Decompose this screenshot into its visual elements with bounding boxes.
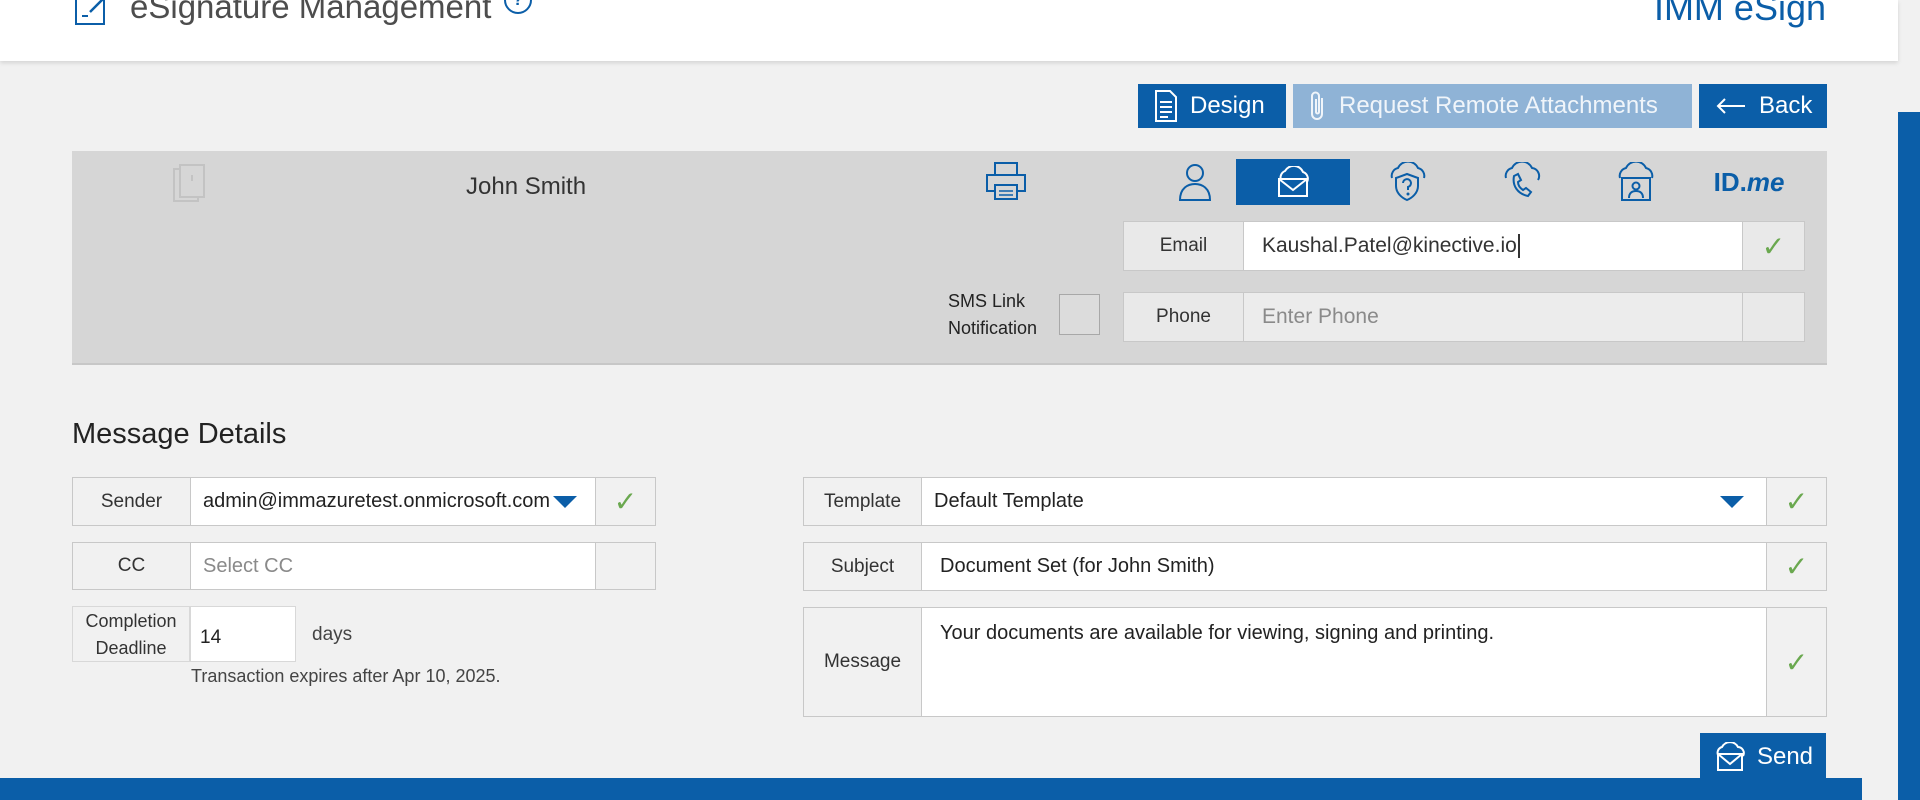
design-button[interactable]: Design — [1138, 84, 1286, 128]
email-row: Email Kaushal.Patel@kinective.io ✓ — [1123, 221, 1805, 271]
document-stack-icon[interactable] — [172, 163, 206, 203]
chevron-down-icon — [1720, 495, 1744, 508]
phone-status-cell — [1742, 293, 1804, 341]
sender-select[interactable]: admin@immazuretest.onmicrosoft.com — [191, 478, 595, 525]
subject-label: Subject — [804, 543, 922, 590]
subject-input[interactable]: Document Set (for John Smith) — [922, 543, 1766, 590]
email-label: Email — [1124, 222, 1244, 270]
paperclip-icon — [1311, 91, 1323, 120]
sender-label: Sender — [73, 478, 191, 525]
recipient-name: John Smith — [466, 173, 587, 200]
expiration-note: Transaction expires after Apr 10, 2025. — [191, 666, 501, 686]
recipient-panel: John Smith ID.me Email Kaushal.Patel@kin… — [72, 151, 1827, 365]
request-remote-attachments-button[interactable]: Request Remote Attachments — [1293, 84, 1692, 128]
template-label: Template — [804, 478, 922, 525]
request-remote-attachments-label: Request Remote Attachments — [1339, 92, 1658, 119]
method-kba[interactable] — [1350, 159, 1464, 205]
page-title: eSignature Management — [130, 0, 492, 25]
method-person[interactable] — [1138, 159, 1252, 205]
cloud-id-icon — [1618, 162, 1654, 201]
message-row: Message Your documents are available for… — [803, 607, 1827, 717]
email-field[interactable]: Kaushal.Patel@kinective.io — [1244, 222, 1742, 270]
message-check-icon: ✓ — [1766, 608, 1826, 716]
back-button[interactable]: Back — [1699, 84, 1827, 128]
document-list-icon — [1155, 90, 1177, 122]
method-idme[interactable]: ID.me — [1692, 159, 1806, 205]
app-header: eSignature Management ? IMM eSign — [0, 0, 1898, 61]
phone-label: Phone — [1124, 293, 1244, 341]
chevron-down-icon — [553, 495, 577, 508]
design-button-label: Design — [1190, 92, 1265, 119]
send-button-label: Send — [1756, 743, 1814, 770]
sms-notification-checkbox[interactable] — [1059, 294, 1100, 335]
cc-select[interactable]: Select CC — [191, 543, 595, 589]
subject-check-icon: ✓ — [1766, 543, 1826, 590]
method-id-upload[interactable] — [1578, 159, 1692, 205]
message-details-title: Message Details — [72, 418, 287, 450]
message-label: Message — [804, 608, 922, 716]
phone-row: Phone Enter Phone — [1123, 292, 1805, 342]
template-select[interactable]: Default Template — [922, 478, 1766, 525]
sms-link-notification-label: SMS Link Notification — [948, 291, 1038, 338]
footer-bar — [0, 778, 1862, 800]
cloud-phone-icon — [1504, 162, 1541, 198]
template-check-icon: ✓ — [1766, 478, 1826, 525]
sender-value: admin@immazuretest.onmicrosoft.com — [203, 490, 551, 512]
idme-logo: ID.me — [1713, 166, 1785, 197]
arrow-left-icon — [1716, 98, 1745, 114]
subject-row: Subject Document Set (for John Smith) ✓ — [803, 542, 1827, 591]
cloud-email-icon — [1716, 742, 1745, 771]
help-circle-icon[interactable]: ? — [504, 0, 532, 14]
template-value: Default Template — [934, 490, 1084, 512]
method-email[interactable] — [1236, 159, 1350, 205]
sender-check-icon: ✓ — [595, 478, 655, 525]
text-caret — [1517, 234, 1520, 258]
cc-status-cell — [595, 543, 655, 589]
back-button-label: Back — [1759, 92, 1813, 119]
message-textarea[interactable]: Your documents are available for viewing… — [922, 608, 1766, 716]
email-check-icon: ✓ — [1742, 222, 1804, 270]
brand-name: IMM eSign — [1653, 0, 1826, 28]
cloud-email-icon — [1278, 166, 1309, 197]
shield-question-icon — [1390, 162, 1426, 202]
template-row: Template Default Template ✓ — [803, 477, 1827, 526]
cc-label: CC — [73, 543, 191, 589]
printer-icon[interactable] — [985, 161, 1027, 201]
send-button[interactable]: Send — [1700, 733, 1826, 781]
signature-document-icon — [75, 0, 105, 25]
cc-row: CC Select CC — [72, 542, 656, 590]
days-label: days — [312, 624, 353, 645]
method-phone[interactable] — [1464, 159, 1578, 205]
completion-deadline-input[interactable]: 14 — [190, 606, 296, 662]
completion-deadline-label: Completion Deadline — [72, 606, 190, 662]
sender-row: Sender admin@immazuretest.onmicrosoft.co… — [72, 477, 656, 526]
person-icon — [1178, 164, 1212, 201]
vertical-scrollbar[interactable] — [1898, 112, 1920, 800]
phone-field[interactable]: Enter Phone — [1244, 293, 1742, 341]
